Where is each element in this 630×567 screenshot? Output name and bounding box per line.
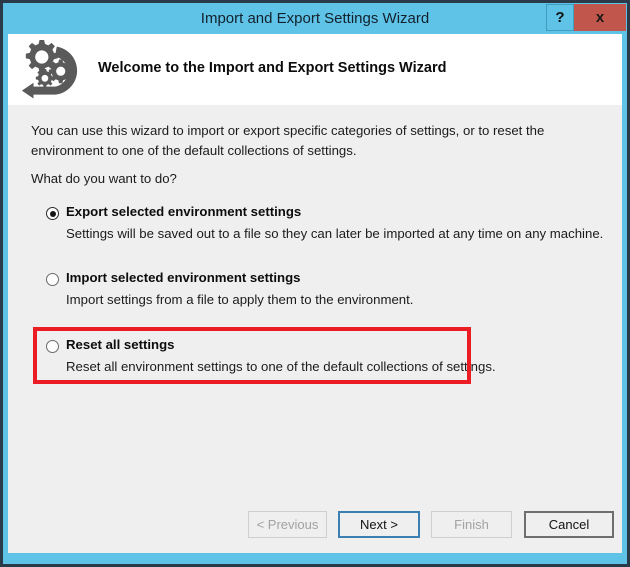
window-frame: Import and Export Settings Wizard ? x We…	[3, 3, 627, 564]
radio-import[interactable]	[46, 273, 59, 286]
wizard-heading: Welcome to the Import and Export Setting…	[98, 60, 447, 76]
wizard-footer: < Previous Next > Finish Cancel	[8, 500, 622, 553]
settings-gears-import-export-icon	[15, 37, 81, 101]
option-reset-description: Reset all environment settings to one of…	[66, 359, 496, 374]
title-bar: Import and Export Settings Wizard ? x	[3, 3, 627, 34]
close-button[interactable]: x	[574, 4, 626, 31]
wizard-header: Welcome to the Import and Export Setting…	[8, 34, 622, 105]
option-import-label[interactable]: Import selected environment settings	[66, 270, 301, 285]
option-import[interactable]: Import selected environment settings Imp…	[8, 270, 598, 307]
help-button[interactable]: ?	[546, 4, 574, 31]
option-reset[interactable]: Reset all settings Reset all environment…	[8, 337, 598, 374]
intro-text: You can use this wizard to import or exp…	[31, 123, 545, 158]
option-import-description: Import settings from a file to apply the…	[66, 292, 414, 307]
option-export-label[interactable]: Export selected environment settings	[66, 204, 301, 219]
radio-export[interactable]	[46, 207, 59, 220]
previous-button[interactable]: < Previous	[248, 511, 327, 538]
cancel-button[interactable]: Cancel	[524, 511, 614, 538]
question-text: What do you want to do?	[31, 171, 177, 186]
option-reset-label[interactable]: Reset all settings	[66, 337, 174, 352]
next-button[interactable]: Next >	[338, 511, 420, 538]
option-export-description: Settings will be saved out to a file so …	[66, 226, 604, 241]
wizard-body: You can use this wizard to import or exp…	[8, 105, 622, 500]
option-export[interactable]: Export selected environment settings Set…	[8, 204, 603, 241]
finish-button[interactable]: Finish	[431, 511, 512, 538]
window-title: Import and Export Settings Wizard	[200, 10, 430, 27]
wizard-window: Import and Export Settings Wizard ? x We…	[0, 0, 630, 567]
radio-reset[interactable]	[46, 340, 59, 353]
